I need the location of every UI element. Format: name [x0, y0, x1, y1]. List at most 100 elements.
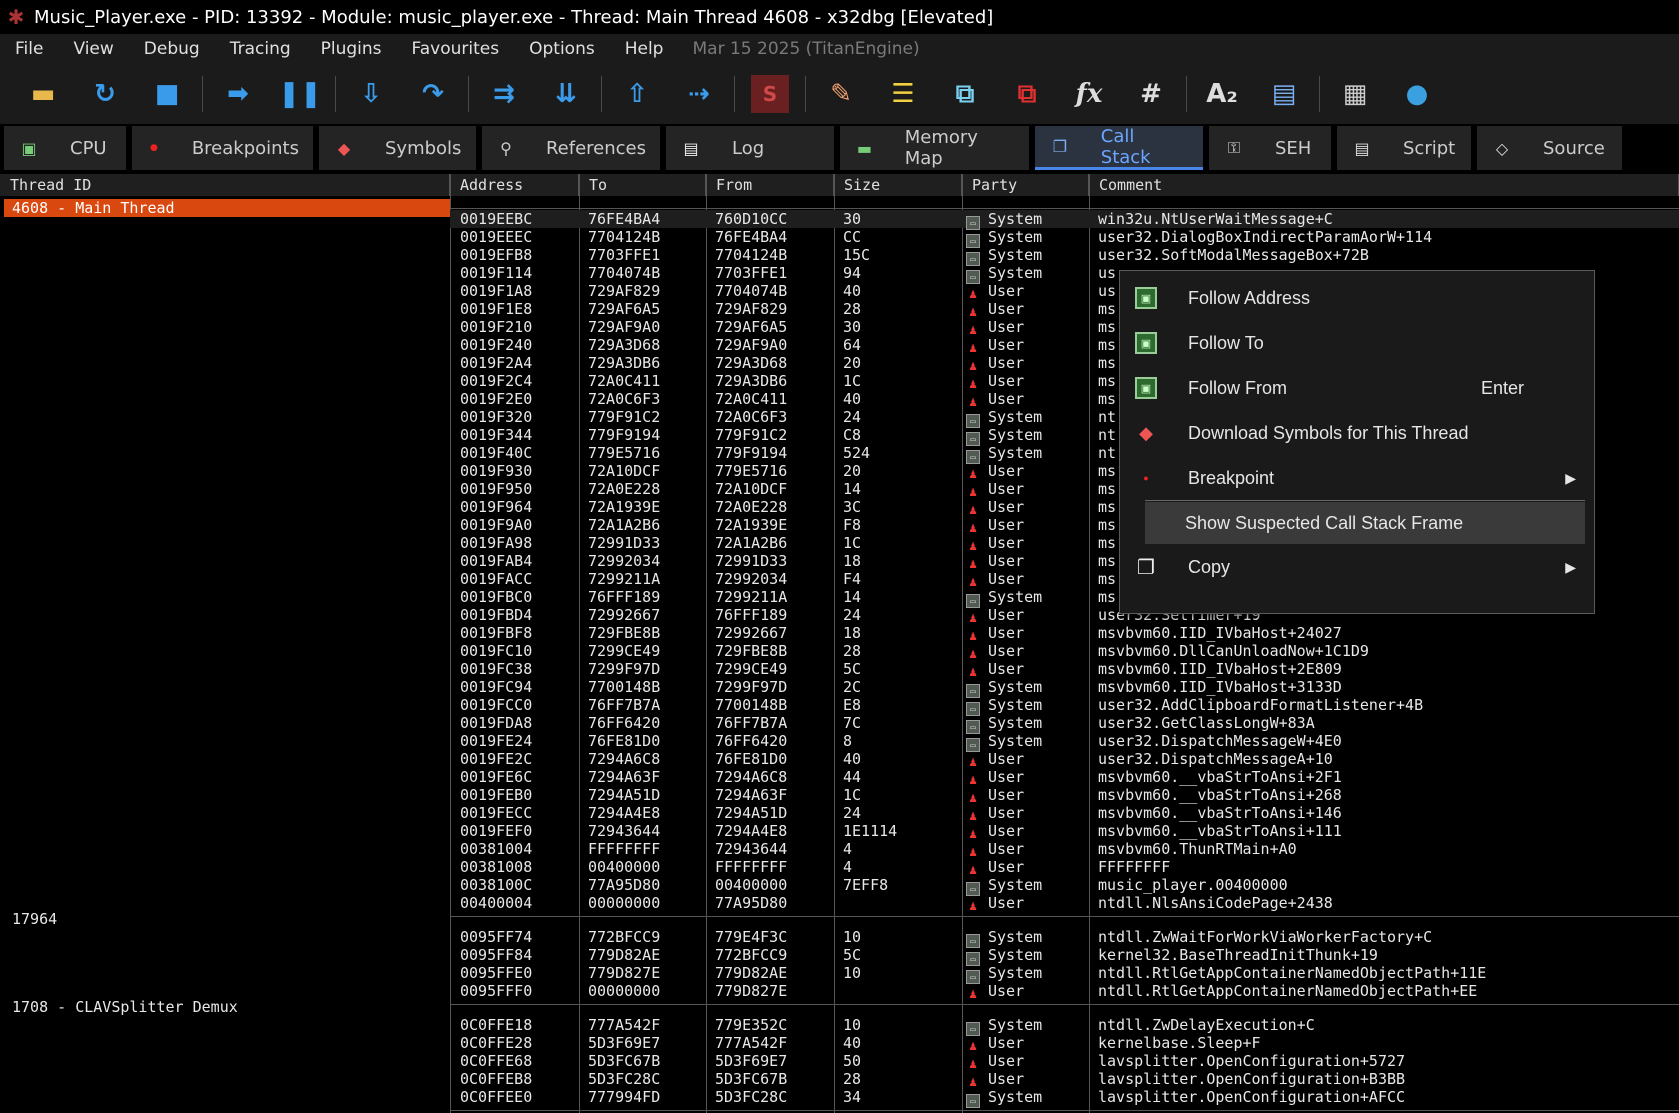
to-cell[interactable]: 72991D33 [588, 534, 660, 552]
from-cell[interactable]: 779D82AE [715, 964, 787, 982]
address-cell[interactable]: 0019FC10 [460, 642, 532, 660]
step-into-icon[interactable]: ⇩ [352, 75, 390, 113]
calls-icon[interactable]: ▤ [1265, 75, 1303, 113]
column-header-from[interactable]: From [706, 174, 834, 196]
from-cell[interactable]: 760D10CC [715, 210, 787, 228]
address-cell[interactable]: 00400004 [460, 894, 532, 912]
from-cell[interactable]: 7294A6C8 [715, 768, 787, 786]
size-cell[interactable]: 64 [843, 336, 861, 354]
globe-icon[interactable]: ● [1398, 75, 1436, 113]
address-cell[interactable]: 0019F930 [460, 462, 532, 480]
from-cell[interactable]: 772BFCC9 [715, 946, 787, 964]
size-cell[interactable]: 4 [843, 840, 852, 858]
comment-cell[interactable]: nt [1098, 426, 1116, 444]
tab-source[interactable]: ◇ Source [1477, 126, 1622, 170]
from-cell[interactable]: 7299F97D [715, 678, 787, 696]
bookmarks-icon[interactable]: ⧉ [1008, 75, 1046, 113]
from-cell[interactable]: 72943644 [715, 840, 787, 858]
size-cell[interactable]: F8 [843, 516, 861, 534]
to-cell[interactable]: 72A10DCF [588, 462, 660, 480]
size-cell[interactable]: 28 [843, 1070, 861, 1088]
menu-item-breakpoint[interactable]: ● Breakpoint ▶ [1120, 457, 1594, 499]
to-cell[interactable]: 72992667 [588, 606, 660, 624]
size-cell[interactable]: 7C [843, 714, 861, 732]
comment-cell[interactable]: ms [1098, 354, 1116, 372]
from-cell[interactable]: 72A0C6F3 [715, 408, 787, 426]
to-cell[interactable]: 7704124B [588, 228, 660, 246]
comment-cell[interactable]: ms [1098, 534, 1116, 552]
from-cell[interactable]: 729AF9A0 [715, 336, 787, 354]
comment-cell[interactable]: ntdll.ZwDelayExecution+C [1098, 1016, 1315, 1034]
menu-view[interactable]: View [58, 39, 128, 59]
menu-plugins[interactable]: Plugins [306, 39, 397, 59]
address-cell[interactable]: 0019FAB4 [460, 552, 532, 570]
tab-seh[interactable]: ⚿ SEH [1209, 126, 1331, 170]
comment-cell[interactable]: msvbvm60.IID_IVbaHost+24027 [1098, 624, 1342, 642]
comment-cell[interactable]: msvbvm60.ThunRTMain+A0 [1098, 840, 1297, 858]
size-cell[interactable]: 40 [843, 390, 861, 408]
address-cell[interactable]: 0019FCC0 [460, 696, 532, 714]
address-cell[interactable]: 0019EFB8 [460, 246, 532, 264]
run-to-user-code-icon[interactable]: ⇢ [680, 75, 718, 113]
comment-cell[interactable]: msvbvm60.DllCanUnloadNow+1C1D9 [1098, 642, 1369, 660]
comment-cell[interactable]: ms [1098, 372, 1116, 390]
from-cell[interactable]: 77A95D80 [715, 894, 787, 912]
from-cell[interactable]: 779D827E [715, 982, 787, 1000]
address-cell[interactable]: 0095FFE0 [460, 964, 532, 982]
hash-icon[interactable]: # [1132, 75, 1170, 113]
to-cell[interactable]: 729A3DB6 [588, 354, 660, 372]
comment-cell[interactable]: msvbvm60.__vbaStrToAnsi+146 [1098, 804, 1342, 822]
size-cell[interactable]: 1C [843, 372, 861, 390]
to-cell[interactable]: 00000000 [588, 982, 660, 1000]
comment-cell[interactable]: ms [1098, 588, 1116, 606]
from-cell[interactable]: 729AF829 [715, 300, 787, 318]
to-cell[interactable]: 779D82AE [588, 946, 660, 964]
comment-cell[interactable]: kernelbase.Sleep+F [1098, 1034, 1261, 1052]
trace-into-icon[interactable]: ⇉ [485, 75, 523, 113]
size-cell[interactable]: 14 [843, 588, 861, 606]
to-cell[interactable]: 5D3F69E7 [588, 1034, 660, 1052]
menu-item-show-suspected-call-stack-frame[interactable]: Show Suspected Call Stack Frame [1145, 502, 1585, 544]
size-cell[interactable]: 2C [843, 678, 861, 696]
address-cell[interactable]: 0019FE2C [460, 750, 532, 768]
size-cell[interactable]: 1C [843, 786, 861, 804]
comment-cell[interactable]: user32.DispatchMessageA+10 [1098, 750, 1333, 768]
to-cell[interactable]: 76FE81D0 [588, 732, 660, 750]
size-cell[interactable]: 24 [843, 804, 861, 822]
address-cell[interactable]: 0C0FFE68 [460, 1052, 532, 1070]
size-cell[interactable]: 10 [843, 928, 861, 946]
size-cell[interactable]: 24 [843, 408, 861, 426]
comment-cell[interactable]: ntdll.RtlGetAppContainerNamedObjectPath+… [1098, 982, 1477, 1000]
size-cell[interactable]: 15C [843, 246, 870, 264]
size-cell[interactable]: 1E1114 [843, 822, 897, 840]
size-cell[interactable]: 40 [843, 282, 861, 300]
size-cell[interactable]: 50 [843, 1052, 861, 1070]
to-cell[interactable]: 779F9194 [588, 426, 660, 444]
comment-cell[interactable]: ms [1098, 390, 1116, 408]
address-cell[interactable]: 0C0FFE28 [460, 1034, 532, 1052]
trace-over-icon[interactable]: ⇊ [547, 75, 585, 113]
comment-cell[interactable]: us [1098, 282, 1116, 300]
address-cell[interactable]: 0019F9A0 [460, 516, 532, 534]
from-cell[interactable]: 72991D33 [715, 552, 787, 570]
from-cell[interactable]: 76FF7B7A [715, 714, 787, 732]
address-cell[interactable]: 0019FE6C [460, 768, 532, 786]
to-cell[interactable]: 729AF829 [588, 282, 660, 300]
tab-script[interactable]: ▤ Script [1337, 126, 1471, 170]
tab-symbols[interactable]: ◆ Symbols [319, 126, 476, 170]
comment-cell[interactable]: msvbvm60.__vbaStrToAnsi+111 [1098, 822, 1342, 840]
menu-favourites[interactable]: Favourites [397, 39, 515, 59]
address-cell[interactable]: 0C0FFE18 [460, 1016, 532, 1034]
to-cell[interactable]: 729FBE8B [588, 624, 660, 642]
size-cell[interactable]: 4 [843, 858, 852, 876]
size-cell[interactable]: 34 [843, 1088, 861, 1106]
stop-icon[interactable]: ■ [148, 75, 186, 113]
address-cell[interactable]: 0038100C [460, 876, 532, 894]
to-cell[interactable]: 76FE4BA4 [588, 210, 660, 228]
address-cell[interactable]: 0019FA98 [460, 534, 532, 552]
size-cell[interactable]: 3C [843, 498, 861, 516]
address-cell[interactable]: 0019FDA8 [460, 714, 532, 732]
address-cell[interactable]: 0019FACC [460, 570, 532, 588]
from-cell[interactable]: 72A0C411 [715, 390, 787, 408]
size-cell[interactable]: CC [843, 228, 861, 246]
